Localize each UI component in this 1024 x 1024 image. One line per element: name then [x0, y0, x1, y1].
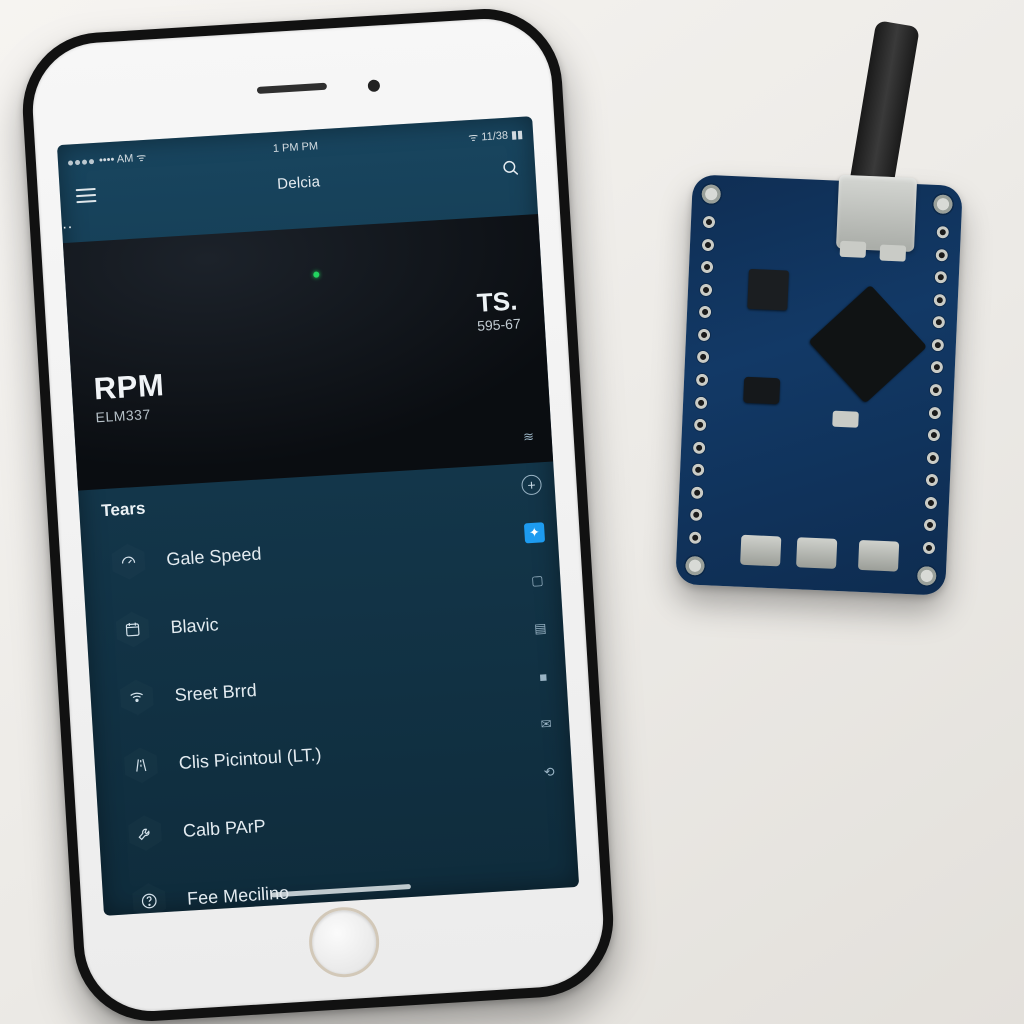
note-icon[interactable]: ▤: [530, 618, 551, 639]
hardware-board: [675, 174, 963, 595]
plus-circle-icon[interactable]: +: [521, 474, 542, 495]
search-button[interactable]: [501, 158, 520, 182]
front-camera: [368, 79, 381, 92]
menu-list: Gale Speed Blavic Sreet Brrd Clis Picintoul…: [80, 497, 579, 915]
photo-scene: •••• AM ᯤ 1 PM PM ᯤ 11/38 ▮▮ Delcia ··: [0, 0, 1024, 1024]
menu-item-label: Blavic: [170, 614, 219, 638]
help-icon: [128, 880, 170, 916]
chat-icon[interactable]: ✉: [536, 714, 557, 735]
app-screen: •••• AM ᯤ 1 PM PM ᯤ 11/38 ▮▮ Delcia ··: [57, 116, 579, 916]
dashboard-panel: TS. 595-67 RPM ELM337: [63, 214, 553, 491]
phone: •••• AM ᯤ 1 PM PM ᯤ 11/38 ▮▮ Delcia ··: [18, 4, 617, 1024]
road-icon: [120, 744, 162, 786]
menu-item-label: Gale Speed: [166, 543, 262, 570]
menu-item-label: Sreet Brrd: [174, 680, 257, 706]
stack-icon[interactable]: ≋: [518, 426, 539, 447]
menu-item-label: Clis Picintoul (LT.): [178, 744, 322, 774]
calendar-icon: [111, 608, 153, 650]
card-icon[interactable]: ▢: [527, 570, 548, 591]
home-button[interactable]: [307, 905, 381, 979]
ts-label: TS.: [476, 285, 518, 318]
status-led-icon: [313, 272, 319, 278]
rpm-label: RPM: [93, 367, 165, 407]
app-title: Delcia: [277, 173, 321, 193]
ts-value: 595-67: [477, 315, 521, 334]
earpiece: [257, 82, 327, 93]
menu-item-label: Calb PArP: [182, 815, 266, 841]
sync-icon[interactable]: ⟲: [539, 762, 560, 783]
wifi-icon: [116, 676, 158, 718]
menu-button[interactable]: [76, 188, 97, 203]
twitter-icon[interactable]: ✦: [524, 522, 545, 543]
gauge-icon: [107, 540, 149, 582]
square-icon[interactable]: ■: [533, 666, 554, 687]
tool-icon: [124, 812, 166, 854]
device-label: ELM337: [95, 406, 151, 425]
